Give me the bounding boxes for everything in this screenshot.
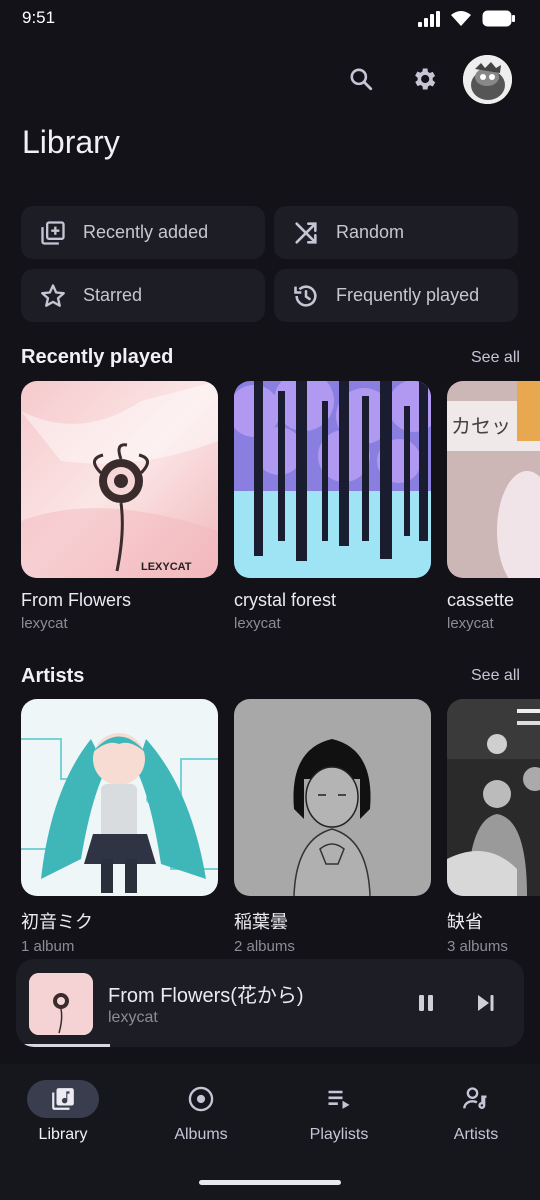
signal-icon bbox=[418, 10, 440, 27]
album-title: cassette bbox=[447, 590, 515, 610]
album-art bbox=[234, 381, 431, 578]
artist-name: 初音ミク bbox=[21, 912, 93, 932]
album-artist: lexycat bbox=[447, 615, 494, 632]
pause-button[interactable] bbox=[408, 985, 444, 1021]
settings-button[interactable] bbox=[402, 57, 446, 101]
playlist-icon bbox=[328, 1090, 350, 1109]
skip-next-icon bbox=[478, 995, 494, 1011]
status-bar: 9:51 bbox=[0, 0, 540, 38]
artist-album-count: 2 albums bbox=[234, 938, 295, 955]
artist-image bbox=[21, 699, 218, 896]
artist-album-count: 1 album bbox=[21, 938, 75, 955]
artist-image bbox=[234, 699, 431, 896]
section-title-artists: Artists bbox=[21, 665, 85, 687]
avatar-image bbox=[463, 55, 512, 104]
chip-recently-added[interactable]: Recently added bbox=[21, 206, 265, 259]
gear-icon bbox=[415, 68, 436, 90]
chip-starred[interactable]: Starred bbox=[21, 269, 265, 322]
artist-name: 缺省 bbox=[447, 912, 483, 932]
chip-label: Random bbox=[336, 222, 405, 242]
chip-label: Starred bbox=[83, 285, 143, 305]
see-all-artists[interactable]: See all bbox=[471, 667, 520, 685]
battery-icon bbox=[482, 10, 515, 27]
nav-albums[interactable]: Albums bbox=[151, 1080, 251, 1144]
chip-label: Recently added bbox=[83, 222, 209, 242]
artist-icon bbox=[463, 1087, 487, 1109]
artist-album-count: 3 albums bbox=[447, 938, 508, 955]
add-library-icon bbox=[41, 220, 65, 245]
wifi-icon bbox=[451, 11, 471, 26]
star-icon bbox=[41, 283, 65, 307]
status-time: 9:51 bbox=[22, 8, 56, 27]
mini-player[interactable]: From Flowers(花から) lexycat bbox=[16, 959, 524, 1047]
nav-label: Library bbox=[38, 1126, 88, 1143]
player-album-art bbox=[29, 973, 93, 1035]
album-card[interactable]: カセット cassette lexycat bbox=[447, 381, 540, 632]
nav-playlists[interactable]: Playlists bbox=[289, 1080, 389, 1144]
pause-icon bbox=[419, 995, 433, 1011]
library-music-icon bbox=[52, 1088, 74, 1110]
artist-card[interactable]: 稲葉曇 2 albums bbox=[234, 699, 431, 955]
see-all-recently-played[interactable]: See all bbox=[471, 349, 520, 367]
album-card[interactable]: LEXYCAT From Flowers lexycat bbox=[21, 381, 218, 632]
album-icon bbox=[188, 1086, 214, 1112]
album-artist: lexycat bbox=[21, 615, 68, 632]
nav-label: Playlists bbox=[309, 1126, 369, 1143]
album-artist: lexycat bbox=[234, 615, 281, 632]
artist-image bbox=[447, 699, 540, 896]
page-title: Library bbox=[22, 124, 120, 160]
avatar[interactable] bbox=[463, 55, 512, 104]
player-track-artist: lexycat bbox=[108, 1009, 158, 1026]
album-art: カセット bbox=[447, 381, 540, 578]
player-track-title: From Flowers(花から) bbox=[108, 985, 304, 1007]
nav-label: Artists bbox=[453, 1126, 499, 1143]
nav-artists[interactable]: Artists bbox=[426, 1080, 526, 1144]
chip-label: Frequently played bbox=[336, 285, 480, 305]
search-button[interactable] bbox=[339, 57, 383, 101]
nav-label: Albums bbox=[174, 1126, 228, 1143]
album-title: crystal forest bbox=[234, 590, 337, 610]
history-icon bbox=[294, 284, 317, 307]
section-title-recently-played: Recently played bbox=[21, 346, 174, 368]
search-icon bbox=[350, 68, 373, 91]
album-art: LEXYCAT bbox=[21, 381, 218, 578]
chip-frequently-played[interactable]: Frequently played bbox=[274, 269, 518, 322]
artist-name: 稲葉曇 bbox=[234, 912, 288, 932]
shuffle-icon bbox=[295, 221, 317, 244]
skip-next-button[interactable] bbox=[468, 985, 504, 1021]
chip-random[interactable]: Random bbox=[274, 206, 518, 259]
artist-card[interactable]: 缺省 3 albums bbox=[447, 699, 540, 955]
artist-card[interactable]: 初音ミク 1 album bbox=[21, 699, 218, 955]
album-card[interactable]: crystal forest lexycat bbox=[234, 381, 431, 632]
nav-library[interactable]: Library bbox=[13, 1080, 113, 1144]
album-art-text: LEXYCAT bbox=[141, 561, 192, 573]
album-title: From Flowers bbox=[21, 590, 132, 610]
home-indicator bbox=[199, 1180, 341, 1185]
player-progress-bar bbox=[24, 1044, 110, 1047]
